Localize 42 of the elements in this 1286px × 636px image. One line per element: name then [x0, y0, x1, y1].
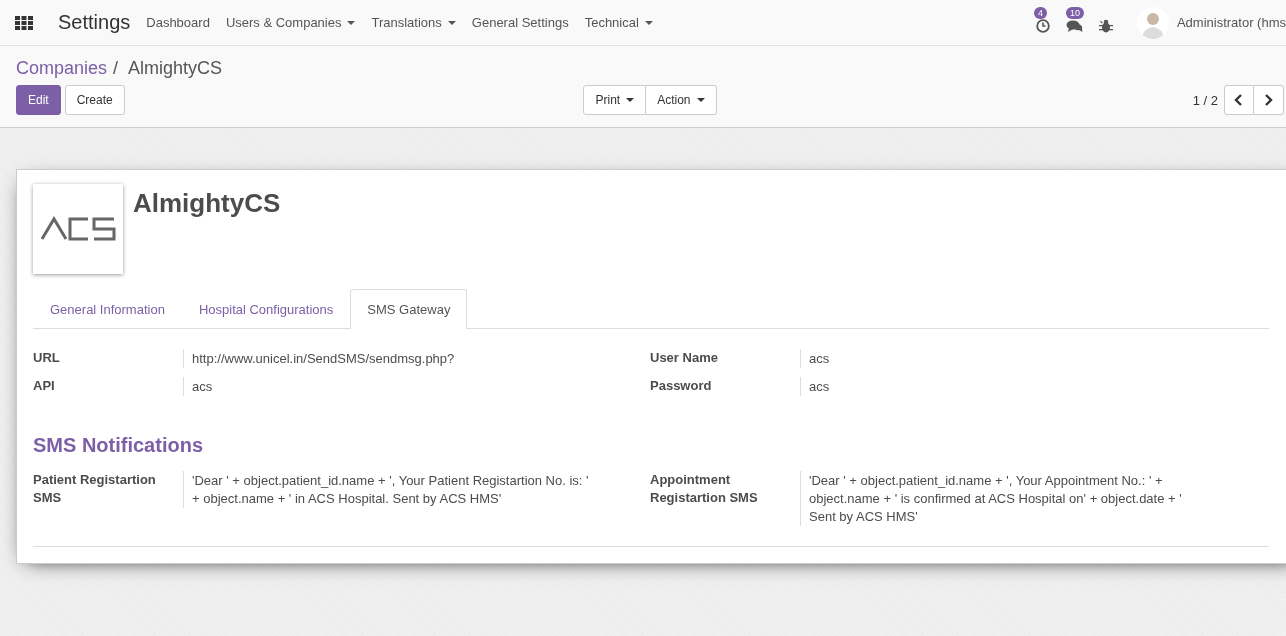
menu-item[interactable]: Technical	[584, 15, 653, 30]
field-label: API	[33, 377, 56, 395]
breadcrumb-link[interactable]: Companies	[16, 58, 108, 79]
create-button[interactable]: Create	[64, 85, 125, 115]
field-label: User Name	[650, 349, 719, 367]
notification-count: 4	[1033, 6, 1047, 19]
chevron-right-icon	[1264, 94, 1273, 106]
menu-item[interactable]: General Settings	[471, 15, 569, 30]
tab[interactable]: General Information	[33, 289, 182, 329]
action-button[interactable]: Action	[646, 85, 717, 115]
menu-item[interactable]: Translations	[371, 15, 456, 30]
section-title: SMS Notifications	[33, 434, 204, 457]
user-name[interactable]: Administrator (hms	[1176, 15, 1286, 30]
field-value: 'Dear ' + object.patient_id.name + ', Your Patient Registartion No. is: ' + object.name + ' in ACS Hospital. Sent by ACS HMS'	[183, 471, 650, 508]
field-label: Password	[650, 377, 713, 395]
field-value: http://www.unicel.in/SendSMS/sendmsg.php?	[183, 349, 650, 368]
field-label: Appointment Registartion SMS	[650, 471, 759, 507]
notification-count: 10	[1065, 6, 1084, 19]
field-value: 'Dear ' + object.patient_id.name + ', Your Appointment No.: ' + object.name + ' is confirmed at ACS Hospital on' + object.date + ' Sent by ACS HMS'	[800, 471, 1267, 526]
menu-item[interactable]: Users & Companies	[225, 15, 356, 30]
chat-icon[interactable]	[1065, 18, 1083, 33]
breadcrumb-current: AlmightyCS	[128, 58, 223, 79]
field-label: Patient Registartion SMS	[33, 471, 157, 507]
previous-button[interactable]	[1224, 85, 1254, 115]
bug-icon[interactable]	[1098, 18, 1113, 33]
field-label: URL	[33, 349, 61, 367]
clock-icon[interactable]	[1035, 18, 1050, 33]
print-button[interactable]: Print	[583, 85, 647, 115]
breadcrumb-separator: /	[113, 58, 119, 79]
tab[interactable]: SMS Gateway	[350, 289, 468, 329]
chevron-left-icon	[1234, 94, 1244, 106]
field-value: acs	[800, 349, 1267, 368]
edit-button[interactable]: Edit	[16, 85, 61, 115]
field-value: acs	[800, 377, 1267, 396]
record-name: AlmightyCS	[133, 188, 281, 220]
field-value: acs	[183, 377, 650, 396]
menu-item[interactable]: Dashboard	[146, 15, 210, 30]
pager-value: 1 / 2	[1192, 92, 1218, 108]
next-button[interactable]	[1254, 85, 1284, 115]
app-title: Settings	[58, 11, 131, 34]
tab[interactable]: Hospital Configurations	[181, 289, 351, 329]
apps-grid-icon[interactable]	[15, 15, 33, 30]
